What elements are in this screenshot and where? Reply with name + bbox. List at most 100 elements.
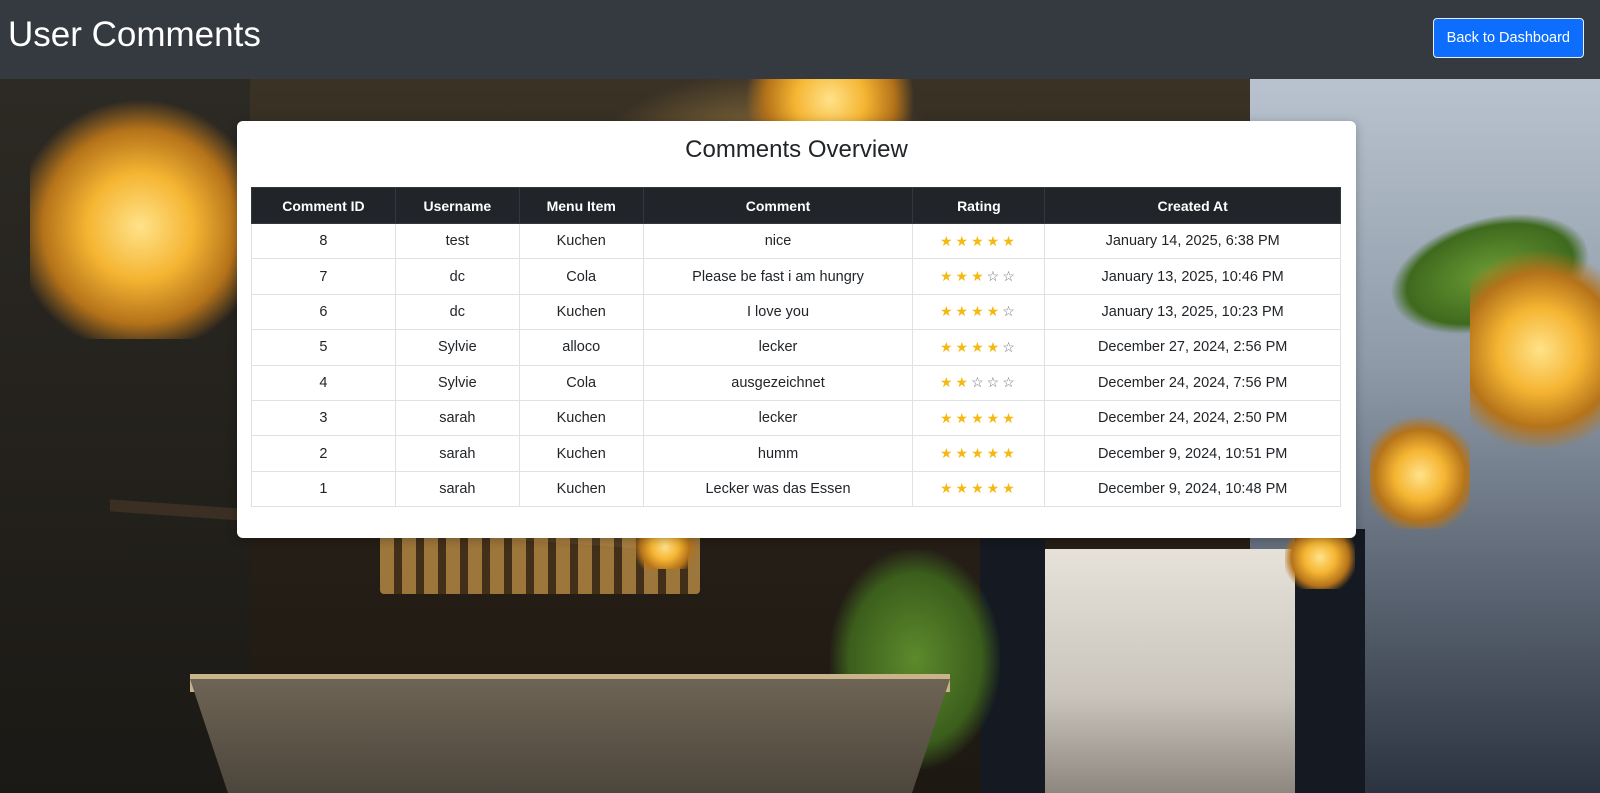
star-filled-icon: ★ (986, 409, 1003, 426)
cell-created-at: December 27, 2024, 2:56 PM (1044, 329, 1341, 366)
star-empty-icon: ☆ (1002, 303, 1018, 320)
cell-comment: ausgezeichnet (642, 364, 914, 401)
cell-comment: I love you (642, 293, 914, 331)
star-filled-icon: ★ (1002, 409, 1018, 426)
star-filled-icon: ★ (971, 480, 987, 497)
star-rating: ★★☆☆☆ (940, 374, 1018, 390)
cell-comment-id: 6 (251, 293, 396, 331)
column-header-comment: Comment (642, 187, 914, 224)
table-header-row: Comment ID Username Menu Item Comment Ra… (251, 187, 1341, 224)
star-filled-icon: ★ (971, 338, 987, 355)
cell-comment-id: 3 (251, 399, 396, 437)
star-filled-icon: ★ (1002, 480, 1018, 497)
back-to-dashboard-button[interactable]: Back to Dashboard (1432, 17, 1584, 58)
cell-username: sarah (394, 435, 520, 472)
cell-menu-item: Kuchen (518, 222, 644, 260)
star-rating: ★★★★★ (940, 445, 1018, 461)
table-row: 5 Sylvie alloco lecker ★★★★☆ December 27, 202… (251, 329, 1341, 366)
bg-lamp (1370, 409, 1470, 529)
table-header: Comment ID Username Menu Item Comment Ra… (251, 187, 1341, 224)
cell-menu-item: Kuchen (518, 399, 644, 437)
cell-comment-id: 5 (251, 329, 396, 366)
star-filled-icon: ★ (939, 409, 956, 426)
star-filled-icon: ★ (971, 303, 987, 320)
cell-created-at: December 24, 2024, 7:56 PM (1044, 364, 1341, 401)
cell-comment-id: 2 (251, 435, 396, 472)
cell-rating: ★★★★☆ (912, 293, 1046, 331)
star-filled-icon: ★ (939, 374, 956, 391)
cell-menu-item: Kuchen (518, 470, 644, 508)
cell-comment-id: 4 (251, 364, 396, 401)
cell-menu-item: Kuchen (518, 293, 644, 331)
comments-table: Comment ID Username Menu Item Comment Ra… (251, 187, 1341, 508)
star-empty-icon: ☆ (986, 374, 1003, 391)
cell-comment: Lecker was das Essen (642, 470, 914, 508)
star-filled-icon: ★ (939, 338, 956, 355)
star-rating: ★★★★★ (940, 480, 1018, 496)
table-row: 8 test Kuchen nice ★★★★★ January 14, 2025, 6:… (251, 222, 1341, 260)
cell-username: sarah (394, 399, 520, 437)
star-rating: ★★★☆☆ (940, 268, 1018, 284)
star-rating: ★★★★☆ (940, 303, 1018, 319)
star-filled-icon: ★ (986, 303, 1003, 320)
star-filled-icon: ★ (986, 232, 1003, 249)
star-filled-icon: ★ (1002, 232, 1018, 249)
cell-rating: ★★★★★ (912, 222, 1046, 260)
cell-comment: Please be fast i am hungry (642, 258, 914, 295)
star-filled-icon: ★ (939, 303, 956, 320)
star-empty-icon: ☆ (971, 374, 987, 391)
bg-counter (190, 679, 950, 793)
star-filled-icon: ★ (955, 374, 972, 391)
cell-menu-item: Cola (518, 364, 644, 401)
star-filled-icon: ★ (971, 232, 987, 249)
star-filled-icon: ★ (986, 338, 1003, 355)
cell-rating: ★★★★★ (912, 435, 1046, 472)
column-header-menu-item: Menu Item (518, 187, 644, 224)
column-header-created-at: Created At (1044, 187, 1341, 224)
star-filled-icon: ★ (971, 445, 987, 462)
cell-created-at: December 24, 2024, 2:50 PM (1044, 399, 1341, 437)
star-empty-icon: ☆ (1002, 268, 1018, 285)
cell-rating: ★★★★☆ (912, 329, 1046, 366)
page-header: User Comments Back to Dashboard (0, 0, 1600, 79)
star-filled-icon: ★ (955, 445, 972, 462)
cell-created-at: January 14, 2025, 6:38 PM (1044, 222, 1341, 260)
star-filled-icon: ★ (955, 409, 972, 426)
table-row: 7 dc Cola Please be fast i am hungry ★★★☆☆ Ja… (251, 258, 1341, 295)
star-filled-icon: ★ (986, 445, 1003, 462)
cell-username: sarah (394, 470, 520, 508)
column-header-username: Username (394, 187, 520, 224)
cell-created-at: January 13, 2025, 10:46 PM (1044, 258, 1341, 295)
cell-menu-item: Kuchen (518, 435, 644, 472)
cell-menu-item: alloco (518, 329, 644, 366)
cell-created-at: December 9, 2024, 10:48 PM (1044, 470, 1341, 508)
cell-comment-id: 7 (251, 258, 396, 295)
cell-rating: ★★★★★ (912, 470, 1046, 508)
star-empty-icon: ☆ (1002, 338, 1018, 355)
cell-comment: humm (642, 435, 914, 472)
cell-username: test (394, 222, 520, 260)
star-rating: ★★★★★ (940, 410, 1018, 426)
comments-card: Comments Overview Comment ID Username Me… (237, 121, 1356, 538)
table-body: 8 test Kuchen nice ★★★★★ January 14, 2025, 6:… (251, 222, 1341, 508)
star-empty-icon: ☆ (1002, 374, 1018, 391)
cell-rating: ★★★☆☆ (912, 258, 1046, 295)
star-filled-icon: ★ (971, 268, 987, 285)
cell-menu-item: Cola (518, 258, 644, 295)
star-filled-icon: ★ (939, 232, 956, 249)
bg-lamp (30, 89, 250, 339)
star-filled-icon: ★ (955, 338, 972, 355)
table-row: 2 sarah Kuchen humm ★★★★★ December 9, 2024, 1… (251, 435, 1341, 472)
cell-rating: ★★★★★ (912, 399, 1046, 437)
cell-comment-id: 8 (251, 222, 396, 260)
cell-username: Sylvie (394, 364, 520, 401)
cell-comment: lecker (642, 399, 914, 437)
cell-username: Sylvie (394, 329, 520, 366)
table-row: 6 dc Kuchen I love you ★★★★☆ January 13, 2025… (251, 293, 1341, 331)
star-rating: ★★★★★ (940, 233, 1018, 249)
star-filled-icon: ★ (971, 409, 987, 426)
bg-lamp (1470, 229, 1600, 449)
star-filled-icon: ★ (939, 480, 956, 497)
column-header-comment-id: Comment ID (251, 187, 396, 224)
cell-username: dc (394, 258, 520, 295)
